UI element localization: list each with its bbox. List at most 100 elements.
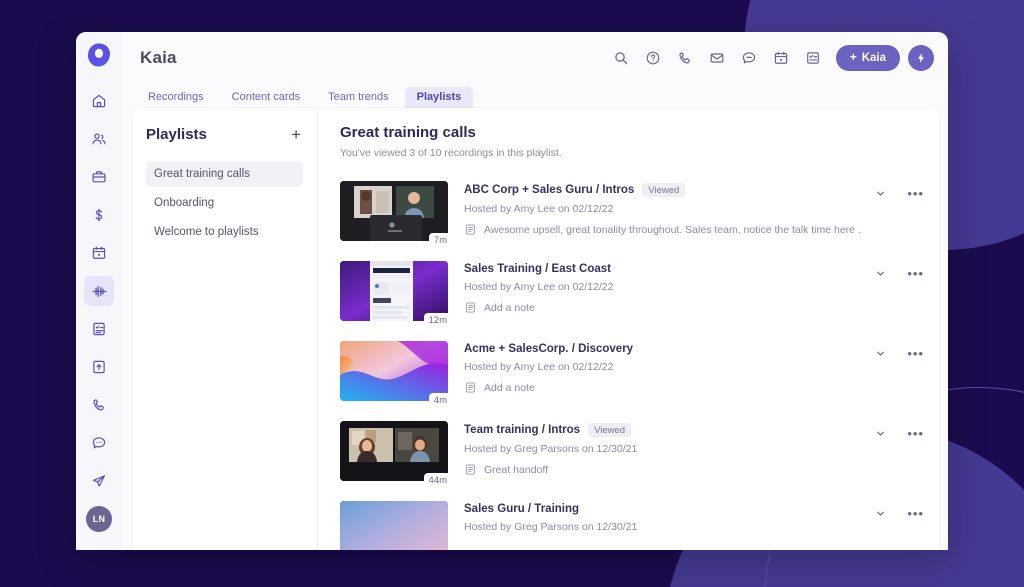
sidebar-item-messages[interactable] bbox=[84, 428, 114, 458]
recording-name[interactable]: Team training / Intros bbox=[464, 424, 580, 436]
thumbnail-wrap[interactable]: 44m bbox=[340, 421, 452, 487]
recording-note[interactable]: Awesome upsell, great tonality throughou… bbox=[464, 223, 862, 236]
recording-thumbnail-video-call-office[interactable] bbox=[340, 421, 448, 481]
thumbnail-wrap[interactable] bbox=[340, 501, 448, 550]
lightning-bolt-icon bbox=[918, 53, 924, 63]
app-window: LN Kaia + Kaia Recordings Content cards … bbox=[76, 32, 948, 550]
note-icon bbox=[464, 381, 477, 394]
search-icon[interactable] bbox=[612, 49, 630, 67]
tab-recordings[interactable]: Recordings bbox=[136, 87, 216, 108]
recording-note[interactable]: Add a note bbox=[464, 381, 862, 394]
note-text: Great handoff bbox=[484, 463, 549, 476]
sidebar-item-send[interactable] bbox=[84, 466, 114, 496]
recording-thumbnail-video-call[interactable] bbox=[340, 181, 448, 241]
calendar-icon[interactable] bbox=[772, 49, 790, 67]
note-icon bbox=[464, 223, 477, 236]
thumbnail-wrap[interactable]: 4m bbox=[340, 341, 452, 407]
recording-name[interactable]: Sales Guru / Training bbox=[464, 503, 579, 515]
more-options-icon[interactable]: ••• bbox=[907, 347, 924, 360]
recording-body: ABC Corp + Sales Guru / Intros Viewed Ho… bbox=[464, 181, 862, 236]
more-options-icon[interactable]: ••• bbox=[907, 187, 924, 200]
sidebar-item-home[interactable] bbox=[84, 86, 114, 116]
sidebar-item-uploads[interactable] bbox=[84, 352, 114, 382]
more-options-icon[interactable]: ••• bbox=[907, 507, 924, 520]
status-badge: Viewed bbox=[642, 183, 686, 197]
row-actions: ••• bbox=[874, 181, 924, 200]
table-row[interactable]: 4m Acme + SalesCorp. / Discovery Hosted … bbox=[340, 333, 924, 413]
help-circle-icon[interactable] bbox=[644, 49, 662, 67]
chevron-down-icon[interactable] bbox=[874, 187, 887, 200]
phone-icon[interactable] bbox=[676, 49, 694, 67]
more-options-icon[interactable]: ••• bbox=[907, 427, 924, 440]
chevron-down-icon[interactable] bbox=[874, 267, 887, 280]
tab-team-trends[interactable]: Team trends bbox=[316, 87, 401, 108]
page-subtitle: You've viewed 3 of 10 recordings in this… bbox=[340, 147, 562, 159]
sidebar-item-recordings[interactable] bbox=[84, 276, 114, 306]
sidebar-item-briefcase[interactable] bbox=[84, 162, 114, 192]
table-row[interactable]: 7m ABC Corp + Sales Guru / Intros Viewed… bbox=[340, 173, 924, 253]
recording-host: Hosted by Amy Lee on 02/12/22 bbox=[464, 281, 614, 293]
recording-name[interactable]: Acme + SalesCorp. / Discovery bbox=[464, 343, 633, 355]
recording-name-line: Sales Training / East Coast bbox=[464, 263, 862, 275]
chat-icon[interactable] bbox=[740, 49, 758, 67]
note-text: Add a note bbox=[484, 381, 535, 394]
row-actions: ••• bbox=[874, 341, 924, 360]
tab-content-cards[interactable]: Content cards bbox=[220, 87, 312, 108]
sidebar-item-clips[interactable] bbox=[84, 542, 114, 550]
sidebar-item-calls[interactable] bbox=[84, 390, 114, 420]
table-row[interactable]: Sales Guru / Training Hosted by Greg Par… bbox=[340, 493, 924, 550]
add-kaia-label: Kaia bbox=[861, 52, 886, 64]
tab-bar: Recordings Content cards Team trends Pla… bbox=[122, 84, 948, 108]
recording-thumbnail-screenshare[interactable] bbox=[340, 261, 448, 321]
duration-badge: 44m bbox=[423, 473, 452, 487]
table-row[interactable]: 44m Team training / Intros Viewed Hosted… bbox=[340, 413, 924, 493]
recording-name[interactable]: ABC Corp + Sales Guru / Intros bbox=[464, 184, 634, 196]
icon-rail: LN bbox=[76, 32, 122, 550]
note-text: Add a note bbox=[484, 301, 535, 314]
recording-name-line: Sales Guru / Training bbox=[464, 503, 862, 515]
more-options-icon[interactable]: ••• bbox=[907, 267, 924, 280]
recording-host: Hosted by Greg Parsons on 12/30/21 bbox=[464, 521, 638, 533]
playlist-item-welcome-to-playlists[interactable]: Welcome to playlists bbox=[146, 219, 303, 245]
tab-playlists[interactable]: Playlists bbox=[404, 87, 474, 108]
row-actions: ••• bbox=[874, 421, 924, 440]
table-row[interactable]: 12m Sales Training / East Coast Hosted b… bbox=[340, 253, 924, 333]
thumbnail-wrap[interactable]: 12m bbox=[340, 261, 452, 327]
recording-note[interactable]: Great handoff bbox=[464, 463, 862, 476]
plus-icon: + bbox=[849, 52, 857, 64]
mail-icon[interactable] bbox=[708, 49, 726, 67]
top-bar: Kaia + Kaia bbox=[122, 32, 948, 84]
lightning-bolt-button[interactable] bbox=[908, 45, 934, 71]
add-playlist-button[interactable]: + bbox=[289, 126, 303, 143]
sidebar-item-calendar[interactable] bbox=[84, 238, 114, 268]
duration-badge: 12m bbox=[423, 313, 452, 327]
recording-thumbnail-gradient-wave[interactable] bbox=[340, 341, 448, 401]
recording-body: Sales Guru / Training Hosted by Greg Par… bbox=[464, 501, 862, 533]
sidebar-item-tasks[interactable] bbox=[84, 314, 114, 344]
recording-note[interactable]: Add a note bbox=[464, 301, 862, 314]
sidebar-item-people[interactable] bbox=[84, 124, 114, 154]
playlist-item-great-training-calls[interactable]: Great training calls bbox=[146, 161, 303, 187]
recording-host: Hosted by Amy Lee on 02/12/22 bbox=[464, 203, 614, 215]
playlists-header: Playlists + bbox=[146, 126, 303, 143]
chevron-down-icon[interactable] bbox=[874, 427, 887, 440]
recording-name[interactable]: Sales Training / East Coast bbox=[464, 263, 611, 275]
recording-thumbnail-gradient-blue-pink[interactable] bbox=[340, 501, 448, 550]
avatar[interactable]: LN bbox=[86, 506, 112, 532]
recording-name-line: ABC Corp + Sales Guru / Intros Viewed bbox=[464, 183, 862, 197]
recording-body: Acme + SalesCorp. / Discovery Hosted by … bbox=[464, 341, 862, 394]
playlist-item-onboarding[interactable]: Onboarding bbox=[146, 190, 303, 216]
note-card-icon[interactable] bbox=[804, 49, 822, 67]
kaia-teardrop-logo-icon bbox=[86, 42, 112, 68]
thumbnail-wrap[interactable]: 7m bbox=[340, 181, 452, 247]
recording-body: Team training / Intros Viewed Hosted by … bbox=[464, 421, 862, 476]
add-kaia-button[interactable]: + Kaia bbox=[835, 45, 900, 71]
chevron-down-icon[interactable] bbox=[874, 347, 887, 360]
sidebar-item-deals[interactable] bbox=[84, 200, 114, 230]
playlists-sidebar: Playlists + Great training calls Onboard… bbox=[132, 108, 318, 550]
app-title: Kaia bbox=[140, 48, 177, 67]
chevron-down-icon[interactable] bbox=[874, 507, 887, 520]
main-column: Kaia + Kaia Recordings Content cards Tea… bbox=[122, 32, 948, 550]
page-title: Great training calls bbox=[340, 124, 476, 141]
recording-host: Hosted by Greg Parsons on 12/30/21 bbox=[464, 443, 638, 455]
